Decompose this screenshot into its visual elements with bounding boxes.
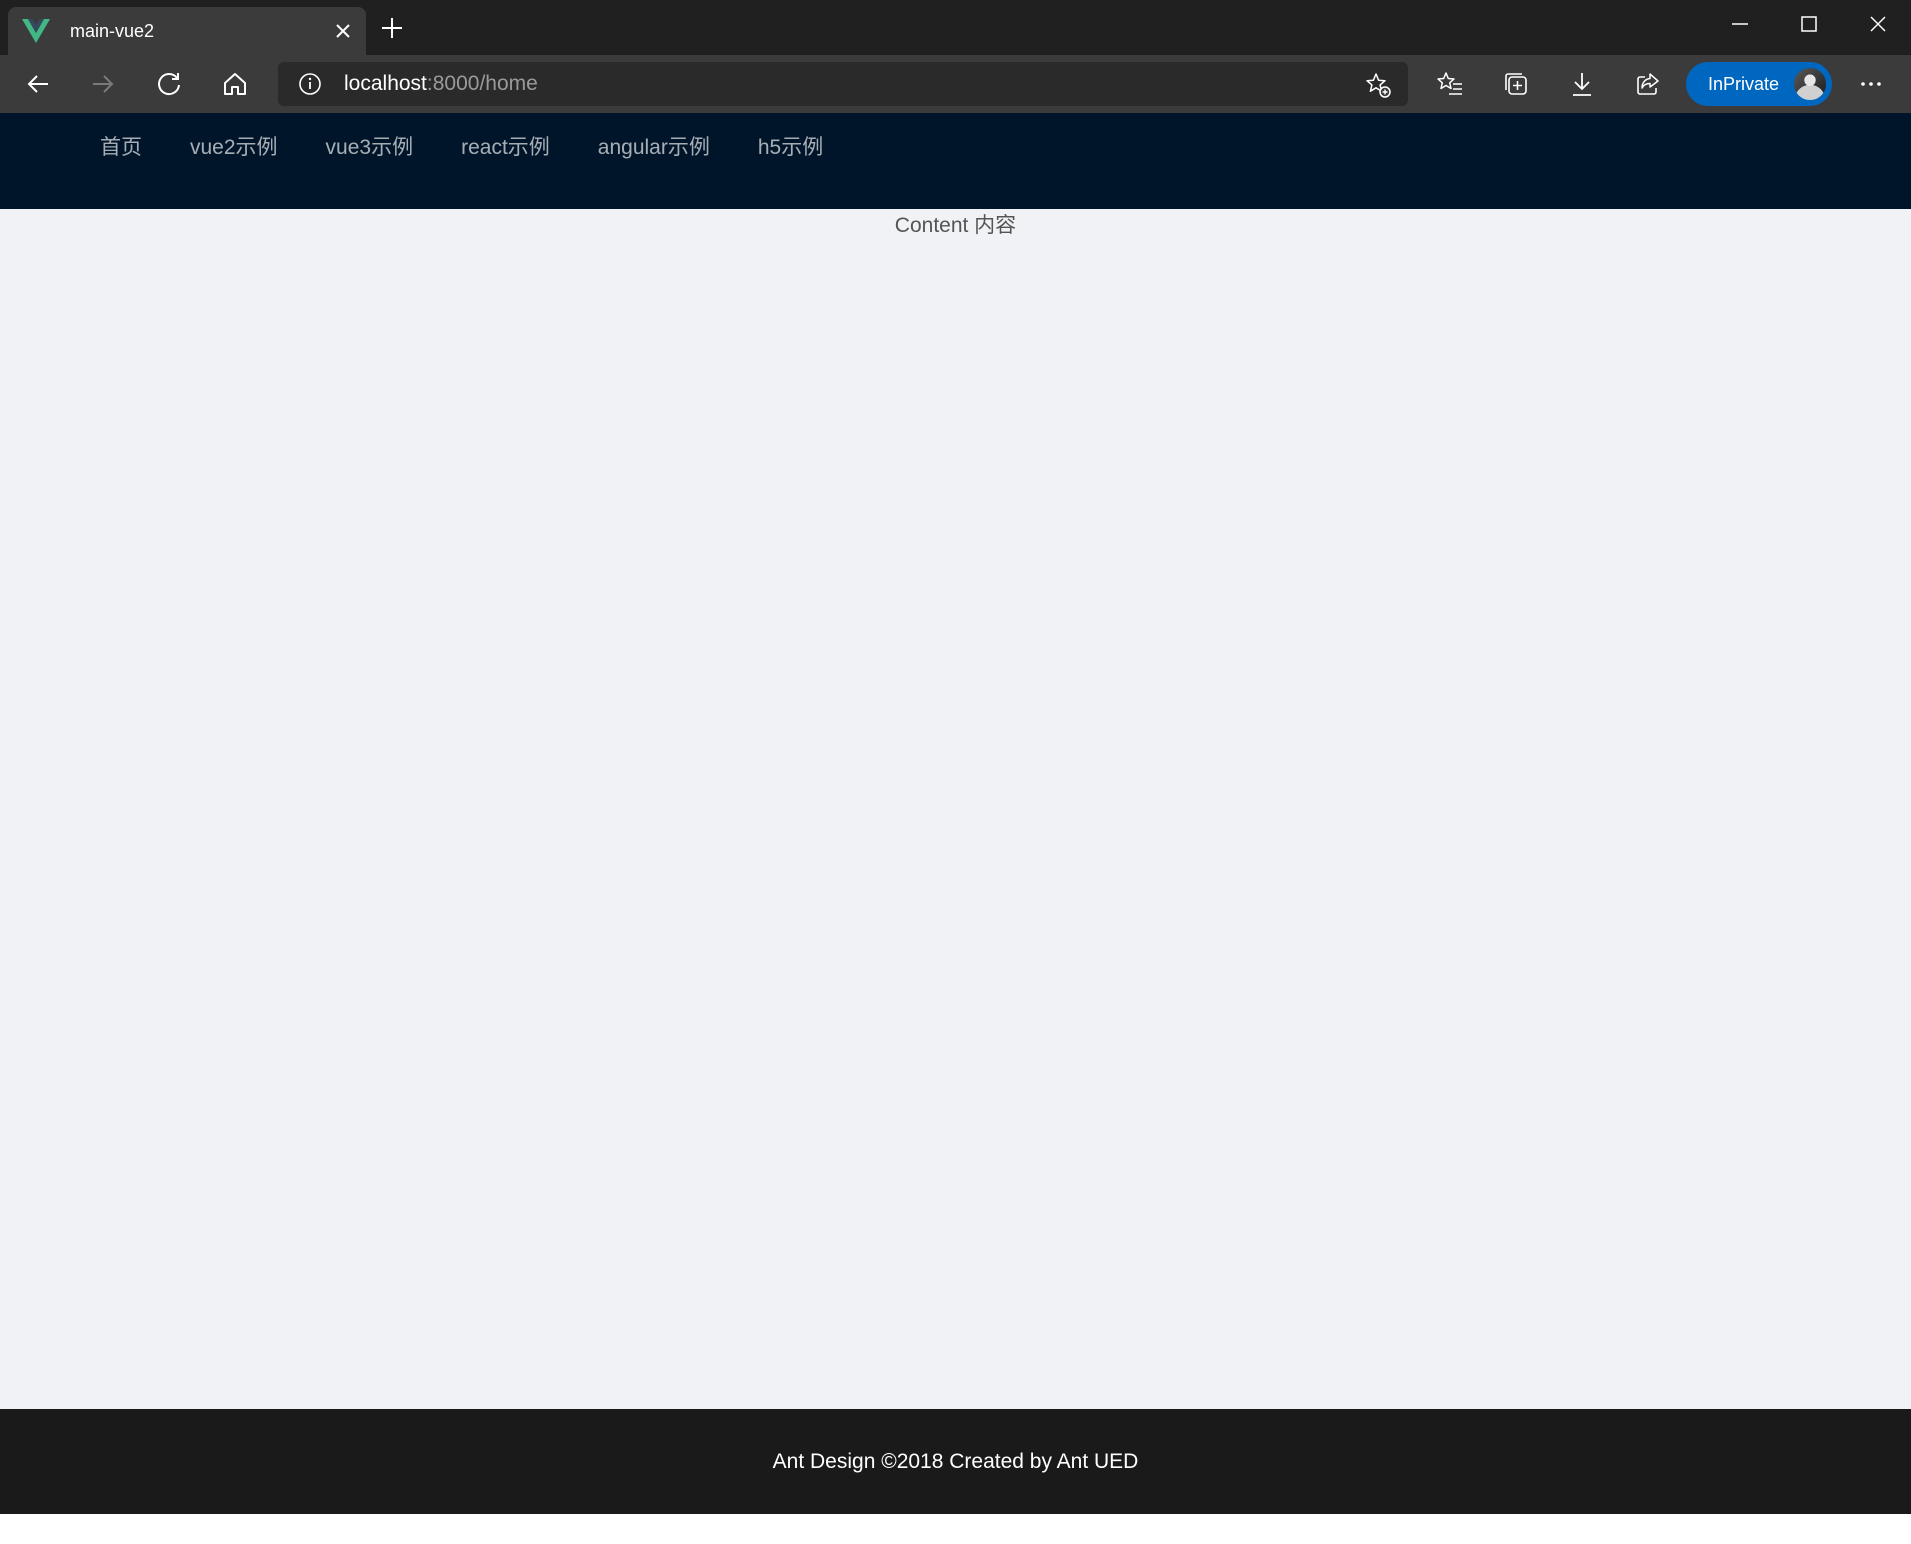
download-icon[interactable] — [1568, 70, 1596, 98]
nav-item-angular[interactable]: angular示例 — [574, 113, 734, 183]
page-footer: Ant Design ©2018 Created by Ant UED — [0, 1409, 1911, 1514]
close-window-icon[interactable] — [1866, 12, 1890, 36]
collections-icon[interactable] — [1502, 70, 1530, 98]
nav-item-react[interactable]: react示例 — [437, 113, 574, 183]
profile-avatar — [1792, 66, 1828, 102]
add-favorite-icon[interactable] — [1364, 71, 1392, 99]
close-tab-icon[interactable] — [332, 20, 354, 42]
minimize-icon[interactable] — [1728, 12, 1752, 36]
site-info-icon[interactable] — [298, 72, 322, 96]
content-text: Content 内容 — [894, 214, 1017, 237]
nav-item-vue2[interactable]: vue2示例 — [166, 113, 302, 183]
nav-item-vue3[interactable]: vue3示例 — [302, 113, 438, 183]
address-url: localhost:8000/home — [344, 62, 538, 106]
browser-toolbar: localhost:8000/home InPrivate — [0, 55, 1911, 113]
address-bar[interactable]: localhost:8000/home — [278, 62, 1408, 106]
page-content: Content 内容 — [0, 209, 1911, 1409]
address-host: localhost — [344, 72, 427, 95]
home-icon[interactable] — [221, 70, 249, 98]
vue-logo-icon — [22, 19, 50, 43]
forward-icon[interactable] — [89, 70, 117, 98]
browser-tab[interactable]: main-vue2 — [8, 7, 366, 55]
page-header: 首页 vue2示例 vue3示例 react示例 angular示例 h5示例 — [0, 113, 1911, 209]
more-options-icon[interactable] — [1857, 70, 1885, 98]
inprivate-label: InPrivate — [1708, 74, 1780, 94]
refresh-icon[interactable] — [155, 70, 183, 98]
nav-item-home[interactable]: 首页 — [76, 113, 166, 183]
share-icon[interactable] — [1634, 70, 1662, 98]
top-nav-menu: 首页 vue2示例 vue3示例 react示例 angular示例 h5示例 — [76, 113, 847, 183]
inprivate-button[interactable]: InPrivate — [1686, 62, 1832, 106]
browser-titlebar: main-vue2 — [0, 0, 1911, 55]
maximize-icon[interactable] — [1797, 12, 1821, 36]
tab-title: main-vue2 — [70, 21, 155, 41]
nav-item-h5[interactable]: h5示例 — [734, 113, 847, 183]
address-path: :8000/home — [426, 72, 538, 95]
footer-text: Ant Design ©2018 Created by Ant UED — [772, 1450, 1139, 1473]
back-icon[interactable] — [24, 70, 52, 98]
favorites-icon[interactable] — [1436, 70, 1464, 98]
new-tab-icon[interactable] — [380, 16, 404, 40]
